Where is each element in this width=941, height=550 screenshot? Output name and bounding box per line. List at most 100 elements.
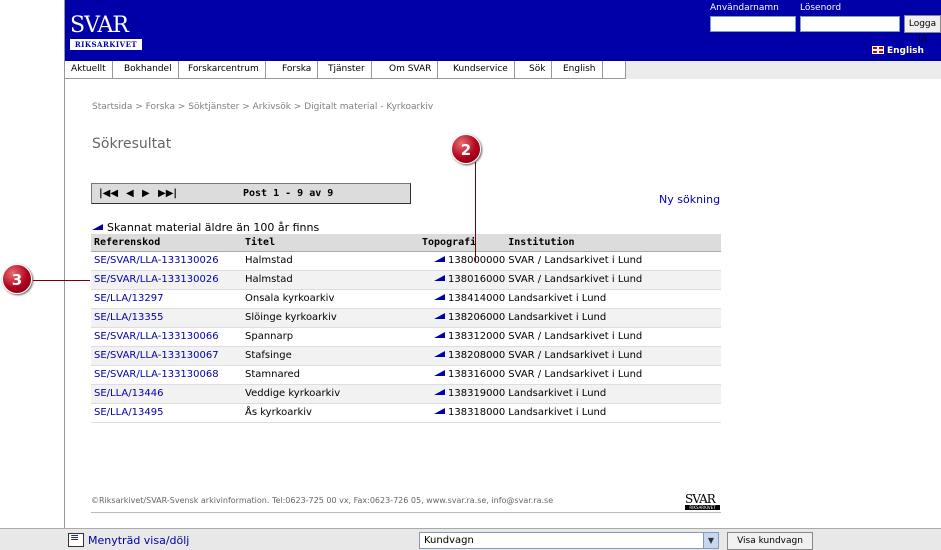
- ref-link[interactable]: SE/LLA/13355: [91, 308, 242, 328]
- logo-subtext: RIKSARKIVET: [70, 39, 142, 50]
- title-cell: Halmstad: [242, 270, 419, 290]
- topo-cell: 138316000: [419, 365, 506, 385]
- table-row: SE/LLA/13495 Ås kyrkoarkiv 138318000 Lan…: [91, 403, 721, 423]
- ref-link[interactable]: SE/LLA/13495: [91, 403, 242, 423]
- topo-cell: 138016000: [419, 270, 506, 290]
- col-header-institution: Institution: [505, 234, 721, 252]
- footer-logo-text: SVAR: [685, 492, 716, 506]
- scanned-material-icon[interactable]: [434, 408, 445, 414]
- topo-cell: 138319000: [419, 384, 506, 404]
- topo-value: 138316000: [448, 369, 506, 380]
- topo-value: 138206000: [448, 312, 506, 323]
- username-input[interactable]: [710, 16, 796, 32]
- nav-item-om-svar[interactable]: Om SVAR: [383, 61, 439, 79]
- pager-status: Post 1 - 9 av 9: [243, 188, 334, 199]
- english-link-label: English: [887, 46, 924, 56]
- new-search-link[interactable]: Ny sökning: [659, 193, 720, 206]
- col-header-ref: Referenskod: [91, 234, 242, 252]
- nav-item-english[interactable]: English: [557, 61, 603, 79]
- scanned-material-icon[interactable]: [434, 256, 445, 262]
- header: SVAR RIKSARKIVET Användarnamn Lösenord L…: [65, 0, 941, 61]
- breadcrumb[interactable]: Startsida > Forska > Söktjänster > Arkiv…: [92, 102, 433, 112]
- scanned-material-icon[interactable]: [434, 275, 445, 281]
- ref-link[interactable]: SE/SVAR/LLA-133130026: [91, 251, 242, 271]
- callout-marker-3: 3: [2, 264, 32, 294]
- table-row: SE/LLA/13297 Onsala kyrkoarkiv 138414000…: [91, 289, 721, 309]
- scanned-material-icon[interactable]: [434, 313, 445, 319]
- nav-item-sok[interactable]: Sök: [523, 61, 553, 79]
- nav-filler: [625, 61, 941, 79]
- scanned-material-icon[interactable]: [434, 370, 445, 376]
- topo-value: 138312000: [448, 331, 506, 342]
- nav-item-tjanster[interactable]: Tjänster: [322, 61, 372, 79]
- scanned-material-icon[interactable]: [434, 294, 445, 300]
- institution-cell: SVAR / Landsarkivet i Lund: [505, 365, 721, 385]
- next-page-icon[interactable]: ▶: [142, 188, 150, 199]
- scanned-material-icon[interactable]: [434, 389, 445, 395]
- table-row: SE/SVAR/LLA-133130068 Stamnared 13831600…: [91, 365, 721, 385]
- topo-cell: 138318000: [419, 403, 506, 423]
- password-label: Lösenord: [800, 3, 842, 13]
- scan-legend: Skannat material äldre än 100 år finns: [92, 221, 319, 234]
- svar-logo[interactable]: SVAR RIKSARKIVET: [70, 13, 142, 54]
- footer-divider: [91, 512, 721, 513]
- cart-select-value: Kundvagn: [424, 535, 474, 546]
- scanned-material-icon[interactable]: [434, 351, 445, 357]
- main-nav: Aktuellt Bokhandel Forskarcentrum Forska…: [65, 61, 941, 79]
- topo-cell: 138208000: [419, 346, 506, 366]
- table-row: SE/SVAR/LLA-133130067 Stafsinge 13820800…: [91, 346, 721, 366]
- title-cell: Halmstad: [242, 251, 419, 271]
- nav-item-forska[interactable]: Forska: [276, 61, 319, 79]
- prev-page-icon[interactable]: ◀: [126, 188, 134, 199]
- callout-line-2: [475, 162, 476, 262]
- show-cart-button[interactable]: Visa kundvagn: [727, 532, 813, 550]
- title-cell: Stamnared: [242, 365, 419, 385]
- topo-cell: 138414000: [419, 289, 506, 309]
- col-header-topo: Topografi: [419, 234, 506, 252]
- login-area: Användarnamn Lösenord Logga in English: [710, 2, 941, 61]
- footer-logo: SVAR RIKSARKIVET: [685, 493, 723, 511]
- menu-toggle-link[interactable]: Menyträd visa/dölj: [88, 534, 189, 547]
- topo-value: 138318000: [448, 407, 506, 418]
- topo-value: 138414000: [448, 293, 506, 304]
- page-title: Sökresultat: [92, 136, 172, 152]
- footer-text: ©Riksarkivet/SVAR-Svensk arkivinformatio…: [91, 496, 554, 505]
- ref-link[interactable]: SE/SVAR/LLA-133130068: [91, 365, 242, 385]
- ref-link[interactable]: SE/SVAR/LLA-133130066: [91, 327, 242, 347]
- first-page-icon[interactable]: |◀◀: [99, 188, 118, 199]
- nav-item-kundservice[interactable]: Kundservice: [447, 61, 515, 79]
- last-page-icon[interactable]: ▶▶|: [158, 188, 177, 199]
- table-row: SE/SVAR/LLA-133130026 Halmstad 138000000…: [91, 251, 721, 271]
- english-link[interactable]: English: [872, 46, 924, 56]
- institution-cell: Landsarkivet i Lund: [505, 308, 721, 328]
- nav-item-bokhandel[interactable]: Bokhandel: [118, 61, 179, 79]
- title-cell: Onsala kyrkoarkiv: [242, 289, 419, 309]
- password-input[interactable]: [800, 16, 900, 32]
- ref-link[interactable]: SE/LLA/13297: [91, 289, 242, 309]
- ref-link[interactable]: SE/LLA/13446: [91, 384, 242, 404]
- topo-cell: 138312000: [419, 327, 506, 347]
- topo-cell: 138206000: [419, 308, 506, 328]
- table-row: SE/SVAR/LLA-133130066 Spannarp 138312000…: [91, 327, 721, 347]
- scan-legend-text: Skannat material äldre än 100 år finns: [107, 221, 320, 234]
- title-cell: Stafsinge: [242, 346, 419, 366]
- scanned-material-icon[interactable]: [434, 332, 445, 338]
- nav-item-forskarcentrum[interactable]: Forskarcentrum: [182, 61, 266, 79]
- logo-text: SVAR: [70, 13, 129, 38]
- login-button[interactable]: Logga in: [904, 15, 941, 45]
- institution-cell: Landsarkivet i Lund: [505, 403, 721, 423]
- table-row: SE/LLA/13355 Slöinge kyrkoarkiv 13820600…: [91, 308, 721, 328]
- result-pager: |◀◀ ◀ ▶ ▶▶| Post 1 - 9 av 9: [91, 183, 411, 204]
- menu-tree-icon[interactable]: [68, 531, 84, 547]
- cart-select[interactable]: Kundvagn ▼: [419, 532, 719, 549]
- callout-line-3: [33, 280, 90, 281]
- ref-link[interactable]: SE/SVAR/LLA-133130067: [91, 346, 242, 366]
- institution-cell: SVAR / Landsarkivet i Lund: [505, 327, 721, 347]
- institution-cell: SVAR / Landsarkivet i Lund: [505, 270, 721, 290]
- footer-logo-subtext: RIKSARKIVET: [685, 505, 720, 510]
- ref-link[interactable]: SE/SVAR/LLA-133130026: [91, 270, 242, 290]
- nav-item-aktuellt[interactable]: Aktuellt: [65, 61, 113, 79]
- chevron-down-icon[interactable]: ▼: [703, 533, 718, 548]
- title-cell: Slöinge kyrkoarkiv: [242, 308, 419, 328]
- institution-cell: SVAR / Landsarkivet i Lund: [505, 251, 721, 271]
